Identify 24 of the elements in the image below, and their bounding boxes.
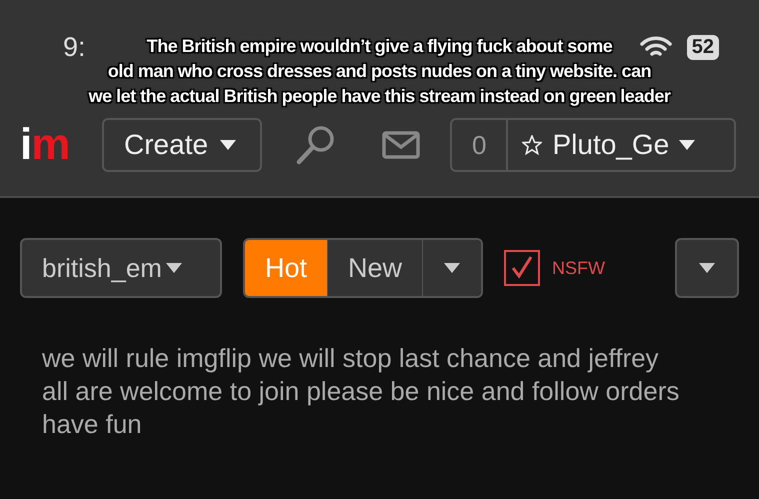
- sort-dropdown[interactable]: [423, 240, 482, 296]
- sort-tab[interactable]: New: [328, 240, 424, 296]
- stream-description: we will rule imgflip we will stop last chance and jeffrey all are welcome to join please be nice and follow orders have fun: [42, 342, 680, 441]
- nsfw-label: NSFW: [552, 258, 606, 278]
- meme-caption: old man who cross dresses and posts nudes on a tiny website. can: [108, 60, 652, 83]
- caret-icon: [679, 140, 696, 150]
- meme-caption: we let the actual British people have this stream instead on green leader: [88, 85, 670, 108]
- meme-caption: The British empire wouldn’t give a flying fuck about some: [146, 35, 612, 58]
- wifi-icon: [638, 35, 673, 59]
- stream-dropdown[interactable]: british_em: [20, 238, 222, 298]
- mail-icon[interactable]: [382, 130, 420, 160]
- battery-level: 52: [686, 34, 719, 60]
- caret-icon: [444, 263, 460, 273]
- nsfw-checkbox[interactable]: [504, 250, 540, 286]
- status-time: 9:: [63, 32, 86, 62]
- user-menu[interactable]: Pluto_Ge: [508, 120, 710, 170]
- star-icon: [522, 135, 542, 155]
- create-button[interactable]: Create: [102, 118, 262, 172]
- caret-icon: [699, 263, 715, 273]
- options-dropdown[interactable]: [675, 238, 739, 298]
- caret-icon: [166, 263, 182, 273]
- points-count: 0: [452, 120, 508, 170]
- caret-icon: [220, 140, 236, 150]
- logo[interactable]: im: [20, 123, 82, 167]
